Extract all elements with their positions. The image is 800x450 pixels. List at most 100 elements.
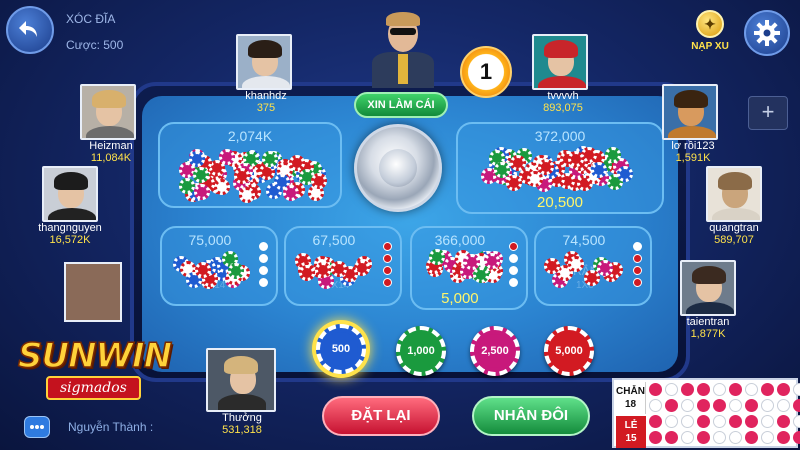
bet-area-le[interactable]: 372,000 20,500 [456,122,664,214]
bet-area-four-red[interactable]: 67,500 1X14 [284,226,402,306]
history-dot [649,415,662,428]
dice-plate [354,124,442,212]
avatar [662,84,718,140]
history-dot [761,415,774,428]
avatar [706,166,762,222]
history-dot [793,383,800,396]
bet-chip [299,265,315,281]
chip-500[interactable]: 500 [316,324,366,374]
top-up-button[interactable]: ✦ NẠP XU [684,10,736,60]
history-dot [713,431,726,444]
avatar [680,260,736,316]
player-name: thangnguyen [38,222,102,234]
bet-chip [429,249,445,265]
player-money: 531,318 [222,424,262,436]
bet-chip [195,262,211,278]
history-dot [793,431,800,444]
my-bet-le: 20,500 [537,194,583,211]
gear-icon [754,20,780,46]
dice-indicator [633,242,642,287]
chip-5000[interactable]: 5,000 [544,326,594,376]
history-dot [713,383,726,396]
bet-chip [527,171,543,187]
history-dot [729,415,742,428]
bet-level: Cược: 500 [66,38,124,52]
bet-chip [214,179,230,195]
bet-chip [597,260,613,276]
history-dot [777,415,790,428]
history-dot [745,415,758,428]
history-dot [681,415,694,428]
history-dot [649,431,662,444]
player-money: 893,075 [543,102,583,114]
coin-icon: ✦ [696,10,724,38]
chip-pile [170,250,250,290]
bet-total-le: 372,000 [534,128,586,144]
chip-pile [544,250,624,290]
settings-button[interactable] [744,10,790,56]
history-dot [665,431,678,444]
history-grid [648,382,800,445]
bet-chip [494,162,510,178]
player-seat[interactable]: lơ rồi123 1,591K [662,84,724,164]
bet-chip [544,258,560,274]
history-dot [649,399,662,412]
player-seat[interactable]: khanhdz 375 [236,34,296,114]
history-dot [777,399,790,412]
player-seat[interactable]: taientran 1,877K [676,260,740,340]
game-title: XÓC ĐĨA [66,12,116,26]
bet-area-three-white[interactable]: 366,000 5,000 [410,226,528,310]
avatar [64,262,122,322]
player-name: Heizman [89,140,133,152]
chat-icon[interactable] [24,416,50,438]
bet-chip [283,185,299,201]
bet-total-three-white: 366,000 [434,232,486,248]
history-dot [729,383,742,396]
bet-chip [568,256,584,272]
player-seat[interactable]: quangtran 589,707 [702,166,766,246]
chip-2500[interactable]: 2,500 [470,326,520,376]
bet-area-three-red[interactable]: 74,500 3 TRẮNG 1X3 [534,226,652,306]
chip-pile [480,146,640,192]
chat-message: Nguyễn Thành : [68,420,154,434]
history-dot [745,383,758,396]
player-money: 375 [256,102,276,114]
bet-chip [584,270,600,286]
bet-chip [194,184,210,200]
player-money: 11,084K [90,152,132,164]
history-dot [697,431,710,444]
history-dot [761,383,774,396]
player-seat[interactable]: thangnguyen 16,572K [34,166,106,246]
add-seat-button[interactable]: + [748,96,788,130]
avatar [42,166,98,222]
bet-chip [193,167,209,183]
bet-total-three-red: 74,500 [562,232,606,248]
my-bet-three-white: 5,000 [441,290,479,307]
countdown-timer: 1 [460,46,512,98]
history-dot [761,431,774,444]
plate-cover [379,149,417,187]
sunwin-logo: SUNWIN sigmados [12,326,173,406]
history-dot [697,415,710,428]
player-money: 1,591K [675,152,711,164]
player-seat[interactable]: tvvvvh 893,075 [532,34,594,114]
chip-1000[interactable]: 1,000 [396,326,446,376]
double-bet-button[interactable]: NHÂN ĐÔI [472,396,590,436]
bet-chip [506,175,522,191]
chip-label: 1,000 [404,334,438,368]
bet-chip [234,168,250,184]
bet-total-four-red: 67,500 [312,232,356,248]
back-button[interactable] [6,6,54,54]
bet-area-chan[interactable]: 2,074K [158,122,342,208]
bet-total-four-white: 75,000 [188,232,232,248]
le-label: LẺ [624,420,638,431]
reset-bet-button[interactable]: ĐẶT LẠI [322,396,440,436]
chip-pile [426,248,506,284]
chip-label: 500 [324,332,358,366]
bet-chip [473,267,489,283]
bet-area-four-white[interactable]: 75,000 1X14 [160,226,278,306]
dice-indicator [383,242,392,287]
dealer-avatar [368,8,438,88]
request-dealer-button[interactable]: XIN LÀM CÁI [354,92,448,118]
player-seat[interactable]: Heizman 11,084K [80,84,142,164]
